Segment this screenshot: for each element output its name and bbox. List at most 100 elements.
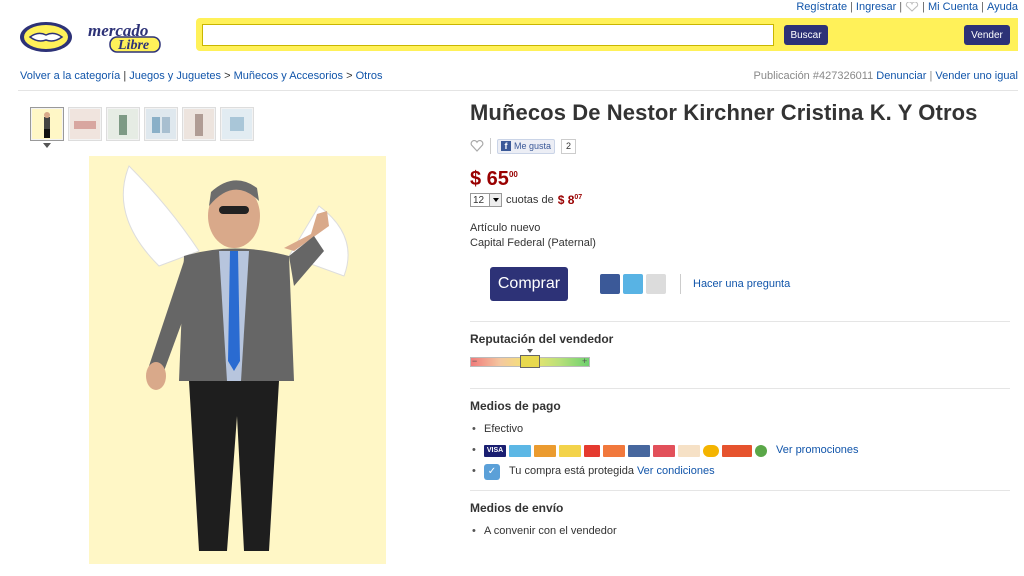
favorites-heart-icon[interactable] [905, 2, 919, 12]
like-label: Me gusta [514, 141, 552, 151]
payment-cash: Efectivo [484, 423, 524, 435]
thumbnail-2[interactable] [68, 107, 102, 141]
payment-list: Efectivo VISA Ver promociones ✓ Tu compr… [470, 419, 1010, 482]
separator: | [929, 70, 933, 82]
divider [18, 90, 1018, 91]
protected-purchase-text: Tu compra está protegida [509, 465, 634, 477]
publication-info: Publicación #427326011 Denunciar | Vende… [754, 70, 1018, 82]
thumbnail-6[interactable] [220, 107, 254, 141]
list-item: A convenir con el vendedor [470, 521, 1010, 542]
report-link[interactable]: Denunciar [876, 70, 926, 82]
ask-question-link[interactable]: Hacer una pregunta [693, 278, 790, 290]
shipping-list: A convenir con el vendedor [470, 521, 1010, 542]
installments-select[interactable]: 12 [470, 193, 502, 207]
facebook-like-button[interactable]: f Me gusta [497, 138, 556, 154]
shipping-option: A convenir con el vendedor [484, 525, 617, 537]
installment-cents: 07 [574, 194, 583, 201]
buy-button[interactable]: Comprar [490, 267, 568, 301]
view-conditions-link[interactable]: Ver condiciones [637, 461, 715, 482]
provincia-pagos-icon [678, 444, 700, 457]
argencard-icon [653, 444, 675, 457]
price-cents: 00 [508, 170, 518, 179]
thumbnail-5[interactable] [182, 107, 216, 141]
diners-card-icon [628, 444, 650, 457]
actions-row: Comprar Hacer una pregunta [470, 267, 1010, 301]
product-details: Muñecos De Nestor Kirchner Cristina K. Y… [470, 100, 1010, 542]
installments-text: cuotas de [506, 194, 554, 206]
nativa-card-icon [584, 444, 600, 457]
product-image[interactable] [89, 156, 386, 564]
top-links: Regístrate | Ingresar | | Mi Cuenta | Ay… [796, 0, 1018, 14]
payment-heading: Medios de pago [470, 399, 561, 413]
item-condition: Artículo nuevo [470, 222, 541, 234]
payment-section: Medios de pago Efectivo VISA Ver promoci… [470, 388, 1010, 482]
reputation-marker [520, 355, 540, 368]
thumbnail-1[interactable] [30, 107, 64, 141]
rapipago-icon [722, 444, 752, 457]
divider [490, 138, 491, 154]
favorite-heart-icon[interactable] [470, 140, 484, 152]
breadcrumb-games-toys[interactable]: Juegos y Juguetes [129, 70, 221, 82]
separator: | [981, 1, 984, 13]
bapro-icon [755, 444, 767, 457]
installment-main: $ 8 [557, 193, 575, 207]
thumbnail-4[interactable] [144, 107, 178, 141]
product-title: Muñecos De Nestor Kirchner Cristina K. Y… [470, 100, 978, 125]
back-to-category-link[interactable]: Volver a la categoría [20, 70, 120, 82]
mastercard-icon [534, 444, 556, 457]
item-location: Capital Federal (Paternal) [470, 237, 596, 249]
check-shield-icon: ✓ [484, 463, 500, 480]
separator: | [922, 1, 925, 13]
shipping-heading: Medios de envío [470, 501, 564, 515]
list-item: Efectivo [470, 419, 1010, 440]
like-count: 2 [561, 138, 577, 154]
breadcrumb-others[interactable]: Otros [356, 70, 383, 82]
search-input[interactable] [202, 24, 774, 46]
help-link[interactable]: Ayuda [987, 1, 1018, 13]
login-link[interactable]: Ingresar [856, 1, 896, 13]
view-promotions-link[interactable]: Ver promociones [776, 440, 859, 461]
my-account-link[interactable]: Mi Cuenta [928, 1, 978, 13]
facebook-share-icon[interactable] [600, 274, 620, 294]
pago-facil-icon [703, 444, 719, 457]
list-item: VISA Ver promociones [470, 440, 1010, 461]
publication-number: Publicación #427326011 [753, 70, 874, 82]
sell-button[interactable]: Vender [964, 25, 1010, 45]
naranja-card-icon [559, 444, 581, 457]
breadcrumb-arrow: > [346, 70, 353, 82]
minus-icon: − [472, 356, 478, 366]
breadcrumb: Volver a la categoría | Juegos y Juguete… [20, 70, 382, 82]
shipping-section: Medios de envío A convenir con el vended… [470, 490, 1010, 542]
mercadolibre-logo[interactable]: mercado Libre [18, 19, 183, 54]
separator: | [899, 1, 903, 13]
social-row: f Me gusta 2 [470, 138, 1010, 154]
plus-icon: + [582, 356, 588, 366]
reputation-section: Reputación del vendedor − + [470, 321, 1010, 368]
divider [680, 274, 681, 294]
list-item: ✓ Tu compra está protegida Ver condicion… [470, 461, 1010, 482]
chevron-down-icon [489, 194, 501, 206]
breadcrumb-dolls[interactable]: Muñecos y Accesorios [234, 70, 343, 82]
price: $ 6500 [470, 168, 1010, 191]
facebook-icon: f [501, 141, 511, 151]
installment-value: $ 807 [558, 193, 582, 207]
thumbnail-3[interactable] [106, 107, 140, 141]
amex-icon [509, 444, 531, 457]
twitter-share-icon[interactable] [623, 274, 643, 294]
cabal-card-icon [603, 444, 625, 457]
selected-thumbnail-indicator [43, 143, 51, 148]
visa-icon: VISA [484, 444, 506, 457]
sell-same-link[interactable]: Vender uno igual [935, 70, 1018, 82]
register-link[interactable]: Regístrate [796, 1, 847, 13]
svg-text:Libre: Libre [117, 38, 149, 53]
separator: | [123, 70, 127, 82]
search-button[interactable]: Buscar [784, 25, 828, 45]
search-bar: Buscar Vender [196, 18, 1018, 51]
reputation-heading: Reputación del vendedor [470, 332, 614, 346]
email-share-icon[interactable] [646, 274, 666, 294]
reputation-pointer-icon [527, 349, 533, 353]
item-info: Artículo nuevo Capital Federal (Paternal… [470, 221, 1010, 251]
thumbnail-strip [30, 107, 254, 141]
breadcrumb-arrow: > [224, 70, 231, 82]
price-main: $ 65 [470, 168, 509, 190]
